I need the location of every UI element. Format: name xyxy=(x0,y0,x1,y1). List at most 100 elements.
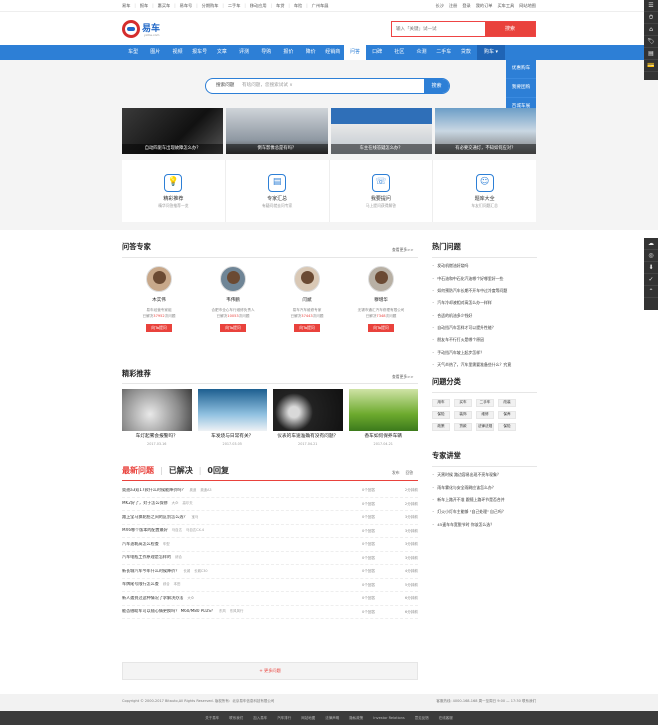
question-tag[interactable]: 综合 xyxy=(175,555,182,559)
list-item[interactable]: 雨车雾化与安全雨刷应该怎么办？ xyxy=(432,482,537,494)
question-tag[interactable]: 奥迪 xyxy=(190,488,197,492)
side-tool-icon[interactable]: 🏷 xyxy=(644,36,658,48)
question-title[interactable]: 汽车电瓶工作原理是怎样的 xyxy=(122,555,171,559)
feature-card[interactable]: ☏ 我要提问 马上提问获得解答 xyxy=(330,160,434,222)
list-item[interactable]: 45速车车宽脱节时 你该怎么选？ xyxy=(432,519,537,531)
category-tag[interactable]: 保险 xyxy=(498,422,516,431)
table-row[interactable]: 奥迪a3双17款什么时候能降价吗？ 奥迪 奥迪A3 0个回答 2分钟前 xyxy=(122,484,418,498)
question-tag[interactable]: 高尔夫 xyxy=(182,501,192,505)
side-tool-icon[interactable]: ⌃ xyxy=(644,286,658,298)
footer-link[interactable]: 联系我们 xyxy=(229,716,243,720)
question-title[interactable]: 能否借助车可以随心情更换吗？ M60/M80 PLUS？ xyxy=(122,609,215,613)
ask-expert-button[interactable]: 向Ta提问 xyxy=(294,324,320,333)
question-tag[interactable]: 大众 xyxy=(172,501,179,505)
expert-name[interactable]: 闫斌 xyxy=(302,298,311,304)
side-tool-icon[interactable]: ✓ xyxy=(644,274,658,286)
question-text[interactable]: MX6哪个版本的配置最好 马自达 马自达CX-4 xyxy=(122,528,362,533)
expert-name[interactable]: 韦伟鹏 xyxy=(226,298,240,304)
recs-more-link[interactable]: 查看更多>> xyxy=(392,374,414,380)
category-tag[interactable]: 贷款 xyxy=(454,422,472,431)
table-row[interactable]: 车牌尾号限行怎么查 综合 本田 0个回答 5分钟前 xyxy=(122,579,418,592)
list-item[interactable]: 合适的机油多少钱好 xyxy=(432,310,537,322)
question-title[interactable]: 奥迪a3双17款什么时候能降价吗？ xyxy=(122,488,186,492)
question-title[interactable]: 新人遇到过这种情况了求解决办法 xyxy=(122,596,183,600)
top-link[interactable]: 易车 xyxy=(122,3,130,8)
question-text[interactable]: MK2好了，对于怎么保修 大众 高尔夫 xyxy=(122,501,362,506)
rec-card[interactable]: 车发烧与日常有关？ 2017.03.05 xyxy=(197,389,267,446)
orders-link[interactable]: 我的订单 xyxy=(476,3,493,8)
question-text[interactable]: 路上宝马换轮胎之间的区别怎么选？ 宝马 xyxy=(122,515,362,520)
feature-card[interactable]: ▤ 专家汇总 有疑问就去问专家 xyxy=(226,160,330,222)
category-tag[interactable]: 维修 xyxy=(476,410,494,419)
avatar[interactable] xyxy=(220,266,246,292)
nav-item[interactable]: 报价 xyxy=(277,45,299,60)
top-link[interactable]: 惠买车 xyxy=(158,3,171,8)
table-row[interactable]: MK2好了，对于怎么保修 大众 高尔夫 0个回答 2分钟前 xyxy=(122,498,418,511)
rec-title[interactable]: 仪表的车速准确有没有问题？ xyxy=(273,434,343,440)
question-title[interactable]: 汽车油耗高怎么检查 xyxy=(122,542,159,546)
dropdown-item[interactable]: 优惠购车 xyxy=(506,60,536,79)
question-tag[interactable]: 本田 xyxy=(174,582,181,586)
question-tag[interactable]: 长城C30 xyxy=(194,569,207,573)
category-tag[interactable]: 二手车 xyxy=(476,398,494,407)
banner-card[interactable]: 车主在线答疑怎么办？ xyxy=(330,108,432,154)
experts-more-link[interactable]: 查看更多>> xyxy=(392,247,414,253)
nav-item[interactable]: 口碑 xyxy=(366,45,388,60)
list-item[interactable]: 天黑时候 路边容易出现不亮车现象？ xyxy=(432,470,537,482)
footer-link[interactable]: Investor Relations xyxy=(373,716,404,720)
category-tag[interactable]: 改装 xyxy=(498,398,516,407)
side-tool-icon[interactable]: ☰ xyxy=(644,0,658,12)
table-row[interactable]: 能否借助车可以随心情更换吗？ M60/M80 PLUS？ 东风 东风风行 0个回答 6分… xyxy=(122,606,418,619)
banner-card[interactable]: 倒车影像总是有吗？ xyxy=(226,108,328,154)
side-tool-icon[interactable]: ◎ xyxy=(644,250,658,262)
question-text[interactable]: 新长城汽车今年什么时候降价？ 长城 长城C30 xyxy=(122,569,362,574)
question-tag[interactable]: 东风 xyxy=(219,609,226,613)
category-tag[interactable]: 用车 xyxy=(432,398,450,407)
rec-card[interactable]: 车灯起雾会报警吗？ 2017.03.16 xyxy=(122,389,192,446)
top-link[interactable]: 二手车 xyxy=(228,3,241,8)
side-tool-icon[interactable]: ⬇ xyxy=(644,262,658,274)
side-tool-icon[interactable]: ⏱ xyxy=(644,12,658,24)
category-tag[interactable]: 法律法规 xyxy=(476,422,494,431)
list-item[interactable]: 新车上路开不准 跟随上路环节是否合并 xyxy=(432,494,537,506)
load-more-button[interactable]: + 更多问题 xyxy=(122,662,418,680)
avatar[interactable] xyxy=(146,266,172,292)
nav-item[interactable]: 视频 xyxy=(166,45,188,60)
question-tag[interactable]: 奥迪A3 xyxy=(200,488,211,492)
ask-expert-button[interactable]: 向Ta提问 xyxy=(146,324,172,333)
table-row[interactable]: 汽车电瓶工作原理是怎样的 综合 0个回答 3分钟前 xyxy=(122,552,418,565)
list-item[interactable]: 发动机燃油好烧吗 xyxy=(432,261,537,273)
category-tag[interactable]: 保养 xyxy=(498,410,516,419)
register-link[interactable]: 注册 xyxy=(449,3,457,8)
question-text[interactable]: 汽车电瓶工作原理是怎样的 综合 xyxy=(122,555,362,560)
login-link[interactable]: 登录 xyxy=(462,3,470,8)
question-tag[interactable]: 东风风行 xyxy=(230,609,244,613)
question-title[interactable]: 新长城汽车今年什么时候降价？ xyxy=(122,569,179,573)
dropdown-item[interactable]: 我要团购 xyxy=(506,79,536,98)
avatar[interactable] xyxy=(368,266,394,292)
category-tag[interactable]: 买车 xyxy=(454,398,472,407)
list-item[interactable]: 如何预防汽车长期不开车中过冷度等问题 xyxy=(432,285,537,297)
feature-card[interactable]: ☺ 题库大全 车友们问题汇总 xyxy=(433,160,536,222)
header-search-input[interactable] xyxy=(392,22,485,36)
ask-expert-button[interactable]: 向Ta提问 xyxy=(368,324,394,333)
sort-post[interactable]: 发布 xyxy=(392,470,400,476)
table-row[interactable]: 新人遇到过这种情况了求解决办法 大众 0个回答 6分钟前 xyxy=(122,592,418,606)
question-tag[interactable]: 宝马 xyxy=(192,515,199,519)
question-tag[interactable]: 长城 xyxy=(183,569,190,573)
nav-item[interactable]: 众测 xyxy=(410,45,432,60)
rec-card[interactable]: 仪表的车速准确有没有问题？ 2017.04.21 xyxy=(273,389,343,446)
tab-latest[interactable]: 最新问题 xyxy=(122,466,154,476)
question-text[interactable]: 奥迪a3双17款什么时候能降价吗？ 奥迪 奥迪A3 xyxy=(122,488,362,493)
footer-link[interactable]: 汽车排行 xyxy=(277,716,291,720)
side-tool-icon[interactable]: 💳 xyxy=(644,60,658,72)
site-logo[interactable]: 易车 yiche.com xyxy=(122,19,166,39)
sitemap-link[interactable]: 网站地图 xyxy=(519,3,536,8)
nav-item[interactable]: 评测 xyxy=(233,45,255,60)
side-tool-icon[interactable]: ▤ xyxy=(644,48,658,60)
question-search-button[interactable]: 搜索 xyxy=(424,79,449,93)
table-row[interactable]: 路上宝马换轮胎之间的区别怎么选？ 宝马 0个回答 3分钟前 xyxy=(122,511,418,525)
list-item[interactable]: 灯火小灯车主能够 "自己处理" 自己吗？ xyxy=(432,507,537,519)
top-link[interactable]: 易车号 xyxy=(180,3,193,8)
nav-item[interactable]: 报车号 xyxy=(189,45,211,60)
